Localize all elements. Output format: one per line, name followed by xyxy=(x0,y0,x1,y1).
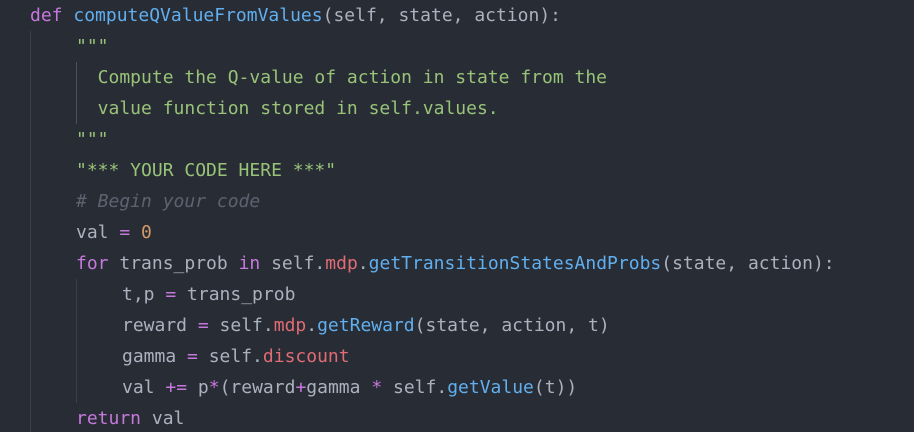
code-token: # Begin your code xyxy=(76,191,261,212)
code-token: = xyxy=(187,346,198,367)
code-line[interactable]: Compute the Q-value of action in state f… xyxy=(76,62,607,93)
code-line[interactable]: # Begin your code xyxy=(76,186,260,217)
code-line[interactable]: gamma = self.discount xyxy=(122,341,350,372)
code-token: self. xyxy=(208,315,274,336)
code-token: "*** YOUR CODE HERE ***" xyxy=(76,160,337,181)
code-token: val xyxy=(141,408,185,429)
code-token: = xyxy=(119,222,131,243)
code-token: value function stored in self.values. xyxy=(76,98,499,119)
code-token: computeQValueFromValues xyxy=(73,5,323,26)
code-token: """ xyxy=(76,36,109,57)
code-line[interactable]: for trans_prob in self.mdp.getTransition… xyxy=(76,248,835,279)
code-token: discount xyxy=(262,346,350,367)
code-token: (self, state, action): xyxy=(322,5,562,26)
code-token: p xyxy=(187,377,209,398)
code-token: = xyxy=(165,284,177,305)
code-token: """ xyxy=(76,129,109,150)
code-token: (state, action, t) xyxy=(414,315,610,336)
code-token: t,p xyxy=(122,284,166,305)
code-token: Compute the Q-value of action in state f… xyxy=(76,67,608,88)
code-token: trans_prob xyxy=(176,284,296,305)
code-token: * xyxy=(208,377,220,398)
code-token: mdp xyxy=(325,253,358,274)
code-line[interactable]: value function stored in self.values. xyxy=(76,93,499,124)
code-editor[interactable]: def computeQValueFromValues(self, state,… xyxy=(0,0,914,432)
code-token: (t)) xyxy=(533,377,578,398)
code-token: mdp xyxy=(273,315,307,336)
code-token: self. xyxy=(382,377,448,398)
code-line[interactable]: t,p = trans_prob xyxy=(122,279,295,310)
code-token: (reward xyxy=(219,377,296,398)
indent-guide-level-1 xyxy=(30,31,31,432)
code-token: val xyxy=(76,222,120,243)
code-token: . xyxy=(357,253,369,274)
code-line[interactable]: val = 0 xyxy=(76,217,152,248)
indent-guide-level-2 xyxy=(76,279,77,403)
code-token: + xyxy=(295,377,307,398)
code-line[interactable]: reward = self.mdp.getReward(state, actio… xyxy=(122,310,610,341)
code-token: return xyxy=(76,408,142,429)
code-line[interactable]: val += p*(reward+gamma * self.getValue(t… xyxy=(122,372,577,403)
code-token: for xyxy=(76,253,109,274)
code-token: def xyxy=(30,5,63,26)
code-token: self. xyxy=(260,253,326,274)
code-token: self. xyxy=(197,346,263,367)
code-token: getValue xyxy=(447,377,534,398)
code-line[interactable]: return val xyxy=(76,403,184,432)
code-token: gamma xyxy=(306,377,372,398)
code-token: gamma xyxy=(122,346,188,367)
code-token: 0 xyxy=(141,222,152,243)
code-token: . xyxy=(306,315,318,336)
code-token: getTransitionStatesAndProbs xyxy=(368,253,662,274)
code-token: trans_prob xyxy=(108,253,239,274)
code-line[interactable]: "*** YOUR CODE HERE ***" xyxy=(76,155,336,186)
code-token: += xyxy=(165,377,188,398)
code-line[interactable]: def computeQValueFromValues(self, state,… xyxy=(30,0,561,31)
code-token: val xyxy=(122,377,166,398)
code-token: = xyxy=(197,315,209,336)
code-token: * xyxy=(371,377,383,398)
code-token: (state, action): xyxy=(661,253,835,274)
code-line[interactable]: """ xyxy=(76,124,109,155)
code-token: getReward xyxy=(317,315,415,336)
code-token: in xyxy=(238,253,261,274)
code-token: reward xyxy=(122,315,198,336)
code-line[interactable]: """ xyxy=(76,31,109,62)
